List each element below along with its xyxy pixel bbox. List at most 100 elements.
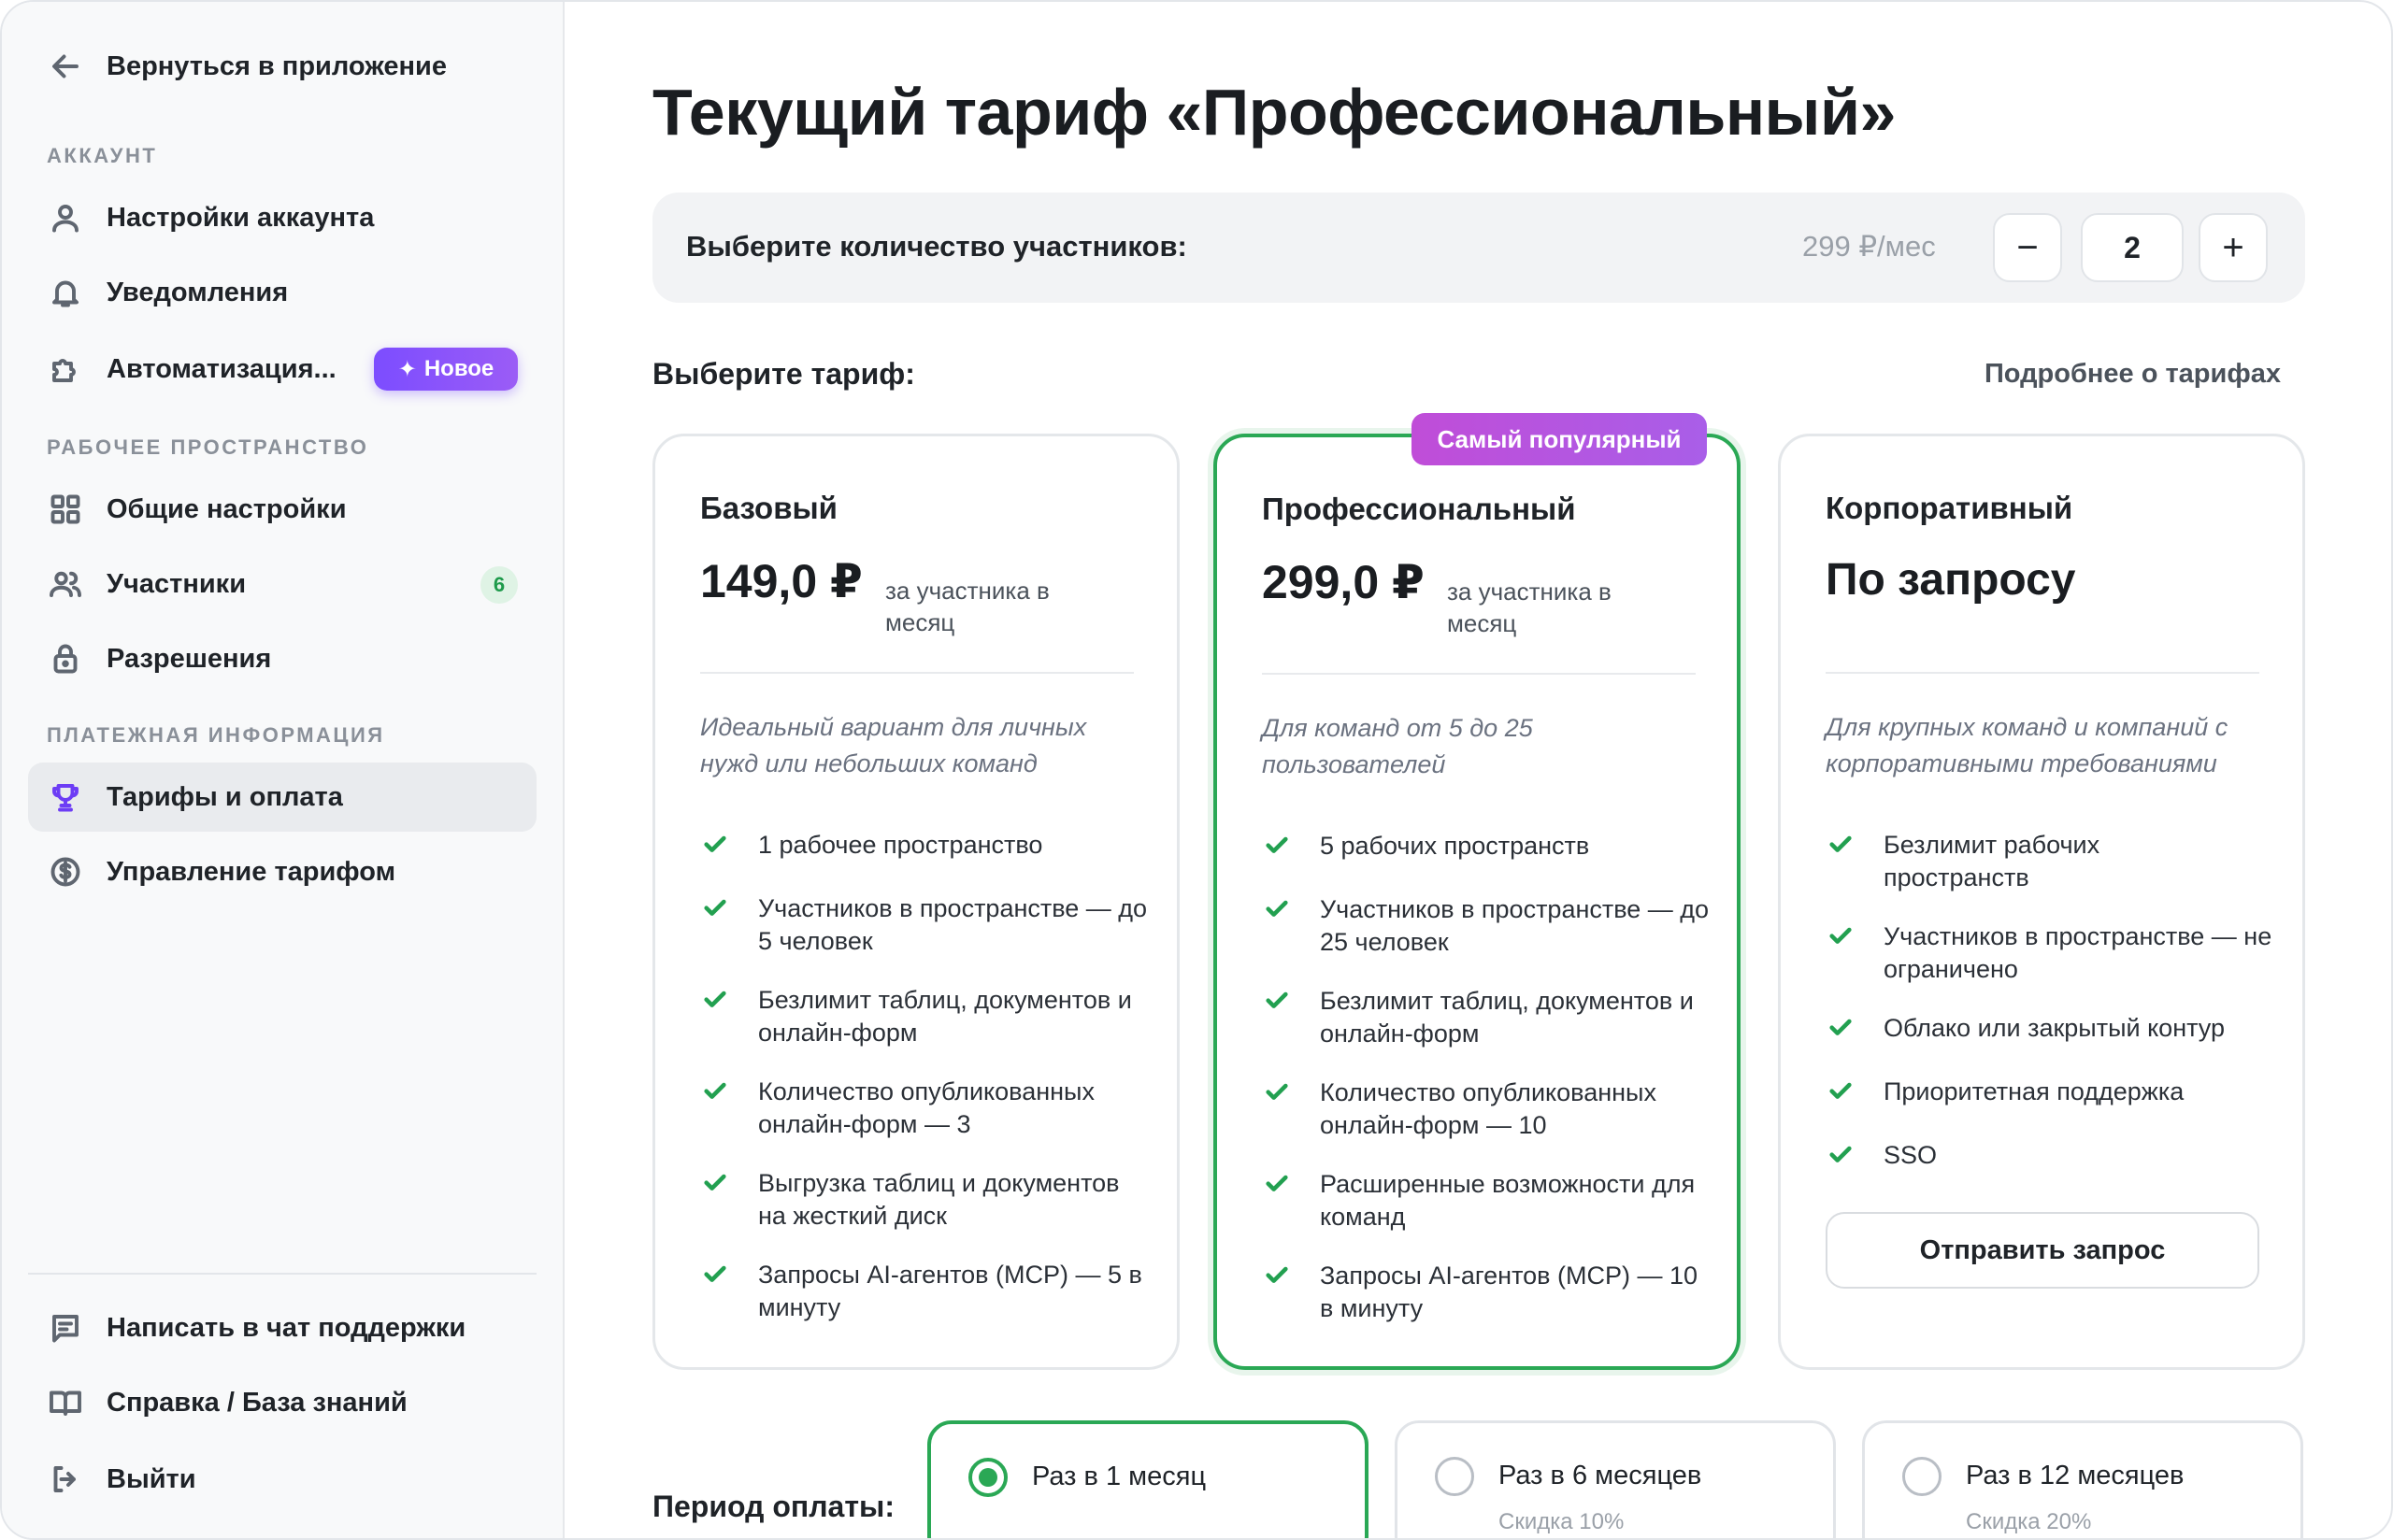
plan-price: 149,0 ₽ [700,555,863,607]
sidebar-item-logout[interactable]: Выйти [28,1445,537,1514]
feature-text: Количество опубликованных онлайн-форм — … [758,1077,1095,1138]
feature-text: Безлимит таблиц, документов и онлайн-фор… [758,986,1132,1047]
billing-period-title: Период оплаты: [652,1490,895,1523]
feature-text: Безлимит рабочих пространств [1884,831,2100,891]
radio-selected[interactable] [968,1458,1008,1497]
period-label: Раз в 12 месяцев [1966,1461,2185,1490]
check-icon [700,829,738,866]
feature-item: Количество опубликованных онлайн-форм — … [1262,1077,1711,1142]
users-icon [47,565,84,603]
feature-text: SSO [1884,1141,1938,1169]
sidebar-item-label: Участники [107,568,247,599]
plan-price: По запросу [1826,555,2076,605]
check-icon [1826,1012,1863,1049]
period-label: Раз в 6 месяцев [1498,1461,1702,1490]
feature-text: Безлимит таблиц, документов и онлайн-фор… [1320,987,1694,1048]
decrement-button[interactable]: − [1993,213,2062,282]
check-icon [1826,1076,1863,1113]
sidebar-item-plans[interactable]: Тарифы и оплата [28,763,537,832]
back-to-app-link[interactable]: Вернуться в приложение [28,32,537,101]
chat-icon [47,1309,84,1347]
sidebar-item-label: Уведомления [107,277,289,307]
section-title-account: АККАУНТ [47,144,158,167]
divider [1826,672,2259,674]
feature-item: Участников в пространстве — до 5 человек [700,892,1149,958]
sidebar-divider [28,1273,537,1275]
feature-text: Участников в пространстве — до 25 челове… [1320,895,1710,956]
period-option-6-months[interactable]: Раз в 6 месяцев Скидка 10% [1395,1420,1836,1538]
page-title: Текущий тариф «Профессиональный» [652,76,1896,149]
check-icon [1262,893,1299,931]
sparkle-icon: ✦ [397,356,417,382]
plan-card-professional[interactable]: Профессиональный 299,0 ₽ за участника в … [1213,434,1741,1370]
sidebar-item-plan-management[interactable]: Управление тарифом [28,837,537,906]
plan-price-unit: за участника в месяц [885,577,1050,636]
feature-text: Облако или закрытый контур [1884,1014,2225,1042]
sidebar-item-support-chat[interactable]: Написать в чат поддержки [28,1293,537,1362]
feature-item: Безлимит таблиц, документов и онлайн-фор… [1262,985,1711,1050]
check-icon [1826,829,1863,866]
radio-unselected[interactable] [1902,1457,1942,1496]
sidebar-item-general-settings[interactable]: Общие настройки [28,475,537,544]
feature-item: Расширенные возможности для команд [1262,1168,1711,1233]
period-option-12-months[interactable]: Раз в 12 месяцев Скидка 20% [1862,1420,2303,1538]
check-icon [1262,1077,1299,1114]
feature-item: 1 рабочее пространство [700,829,1149,866]
divider [1262,673,1696,675]
feature-item: Запросы AI-агентов (MCP) — 10 в минуту [1262,1260,1711,1325]
sidebar-item-notifications[interactable]: Уведомления [28,258,537,327]
check-icon [1262,1260,1299,1297]
check-icon [1262,985,1299,1022]
popular-badge: Самый популярный [1411,413,1707,465]
feature-text: Запросы AI-агентов (MCP) — 10 в минуту [1320,1262,1698,1322]
trophy-icon [47,778,84,816]
feature-text: Запросы AI-агентов (MCP) — 5 в минуту [758,1261,1142,1321]
feature-item: SSO [1826,1139,2274,1176]
increment-button[interactable]: + [2199,213,2268,282]
period-label: Раз в 1 месяц [1032,1462,1207,1491]
member-price: 299 ₽/мес [1802,230,1936,263]
feature-item: Количество опубликованных онлайн-форм — … [700,1076,1149,1141]
section-title-billing: ПЛАТЕЖНАЯ ИНФОРМАЦИЯ [47,723,385,747]
period-discount: Скидка 20% [1966,1509,2092,1534]
user-icon [47,199,84,236]
check-icon [1262,1168,1299,1205]
more-about-plans-link[interactable]: Подробнее о тарифах [1985,359,2281,390]
sidebar-item-help[interactable]: Справка / База знаний [28,1368,537,1437]
plan-card-corporate[interactable]: Корпоративный По запросу Для крупных ком… [1778,434,2305,1370]
check-icon [700,1259,738,1296]
lock-icon [47,640,84,677]
feature-item: Участников в пространстве — до 25 челове… [1262,893,1711,959]
feature-text: Приоритетная поддержка [1884,1077,2185,1105]
check-icon [700,1167,738,1205]
feature-item: Приоритетная поддержка [1826,1076,2274,1113]
app-window: Вернуться в приложение АККАУНТ Настройки… [0,0,2393,1540]
send-request-button[interactable]: Отправить запрос [1826,1212,2259,1289]
divider [700,672,1134,674]
sidebar-item-members[interactable]: Участники [28,549,537,619]
feature-text: 5 рабочих пространств [1320,832,1590,860]
sidebar-item-label: Справка / База знаний [107,1387,408,1418]
logout-icon [47,1461,84,1498]
plan-name: Корпоративный [1826,491,2073,525]
plan-card-basic[interactable]: Базовый 149,0 ₽ за участника в месяц Иде… [652,434,1180,1370]
check-icon [700,984,738,1021]
plan-description: Для команд от 5 до 25 пользователей [1262,714,1533,778]
feature-item: Облако или закрытый контур [1826,1012,2274,1049]
period-option-1-month[interactable]: Раз в 1 месяц [927,1420,1368,1538]
check-icon [1262,830,1299,867]
sidebar-item-permissions[interactable]: Разрешения [28,624,537,693]
feature-item: Запросы AI-агентов (MCP) — 5 в минуту [700,1259,1149,1324]
check-icon [700,1076,738,1113]
members-selector: Выберите количество участников: 299 ₽/ме… [652,192,2305,303]
sidebar-item-label: Общие настройки [107,493,347,524]
sidebar-item-label: Разрешения [107,643,272,674]
plan-description: Для крупных команд и компаний с корпорат… [1826,713,2228,777]
radio-unselected[interactable] [1435,1457,1474,1496]
section-title-workspace: РАБОЧЕЕ ПРОСТРАНСТВО [47,435,369,459]
sidebar-item-account-settings[interactable]: Настройки аккаунта [28,183,537,252]
plan-price-unit: за участника в месяц [1447,578,1612,637]
feature-text: Расширенные возможности для команд [1320,1170,1696,1231]
sidebar-item-label: Настройки аккаунта [107,202,375,233]
member-count-input[interactable]: 2 [2081,213,2184,282]
